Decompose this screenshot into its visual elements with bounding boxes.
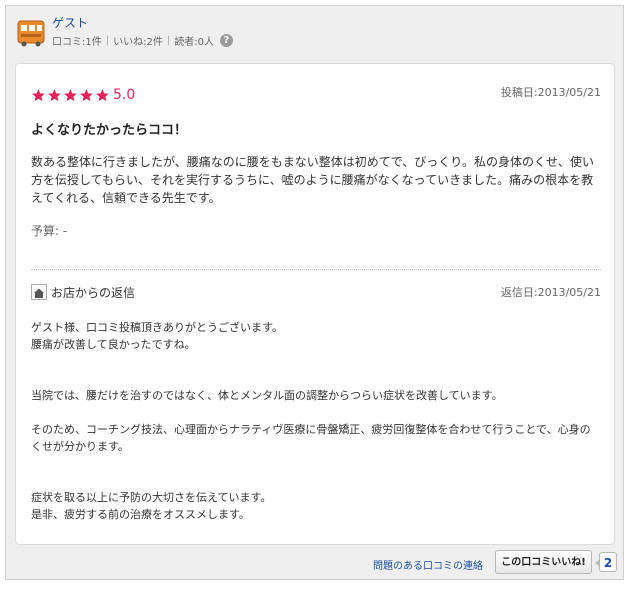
- shop-house-icon: [31, 284, 47, 300]
- budget: 予算: -: [31, 224, 68, 238]
- posted-date: 投稿日:2013/05/21: [500, 86, 601, 99]
- stat-separator: |: [105, 35, 110, 46]
- rating: 5.0: [31, 87, 135, 103]
- star-icon: [64, 88, 77, 101]
- help-icon[interactable]: ?: [219, 34, 233, 47]
- divider: [31, 269, 601, 270]
- reply-body: ゲスト様、口コミ投稿頂きありがとうございます。 腰痛が改善して良かったですね。 …: [31, 319, 601, 523]
- stat-separator: |: [166, 35, 171, 46]
- star-icon: [80, 88, 93, 101]
- reply-paragraph: 当院では、腰だけを治すのではなく、体とメンタル面の調整からつらい症状を改善してい…: [31, 389, 503, 402]
- like-count-badge: 2: [595, 552, 617, 572]
- review-body: 数ある整体に行きましたが、腰痛なのに腰をもまない整体は初めてで、びっくり。私の身…: [31, 155, 595, 205]
- user-name-link[interactable]: ゲスト: [52, 14, 88, 31]
- report-problem-link[interactable]: 問題のある口コミの連絡: [373, 557, 483, 572]
- review-title: よくなりたかったらココ！: [31, 123, 188, 138]
- stat-readers: 読者:0人: [174, 37, 214, 48]
- reply-label: お店からの返信: [51, 286, 136, 300]
- review-panel: ゲスト 口コミ:1件 | いいね:2件 | 読者:0人 ? 5.0 投稿日:20…: [5, 5, 624, 580]
- review-card: 5.0 投稿日:2013/05/21 よくなりたかったらココ！ 数ある整体に行き…: [15, 63, 615, 545]
- reply-paragraph: そのため、コーチング技法、心理面からナラティヴ医療に骨盤矯正、疲労回復整体を合わ…: [31, 423, 591, 453]
- star-icon: [32, 88, 45, 101]
- rating-score: 5.0: [113, 87, 136, 103]
- user-avatar-icon[interactable]: [17, 17, 45, 47]
- star-icon: [96, 88, 109, 101]
- reply-paragraph: ゲスト様、口コミ投稿頂きありがとうございます。 腰痛が改善して良かったですね。: [31, 321, 283, 351]
- star-icon: [48, 88, 61, 101]
- reply-paragraph: 症状を取る以上に予防の大切さを伝えています。 是非、疲労する前の治療をオススメし…: [31, 491, 272, 521]
- stat-likes: いいね:2件: [113, 37, 163, 48]
- stat-reviews: 口コミ:1件: [52, 37, 102, 48]
- like-review-button[interactable]: この口コミいいね!: [495, 550, 592, 574]
- user-stats: 口コミ:1件 | いいね:2件 | 読者:0人 ?: [52, 33, 233, 48]
- replied-date: 返信日:2013/05/21: [500, 286, 601, 299]
